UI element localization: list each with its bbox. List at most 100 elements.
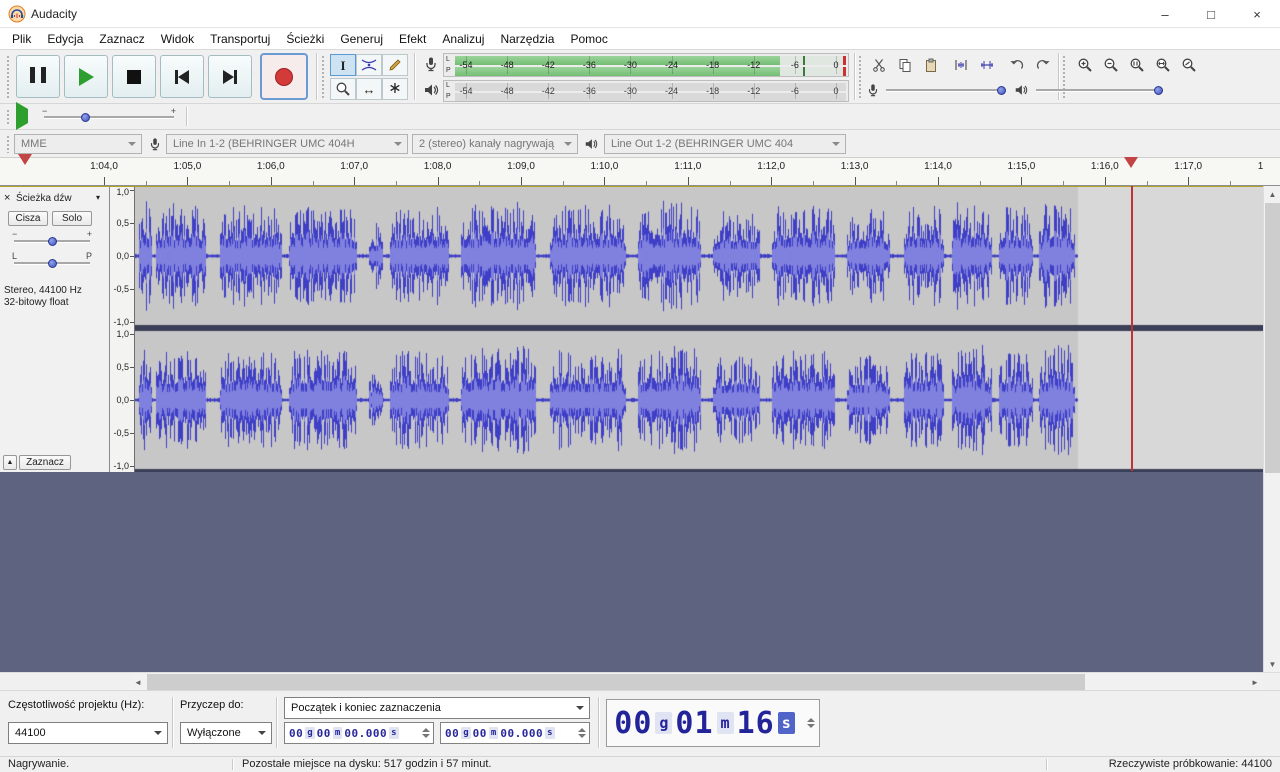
gain-slider[interactable]: − + (12, 233, 92, 249)
pan-slider[interactable]: L P (12, 255, 92, 271)
mute-button[interactable]: Cisza (8, 211, 48, 226)
recording-volume-slider[interactable] (884, 82, 1006, 98)
toolbar-grip[interactable] (5, 54, 11, 99)
time-shift-tool-button[interactable]: ↔ (356, 78, 382, 100)
cut-button[interactable] (866, 54, 892, 76)
toolbar-grip[interactable] (320, 54, 326, 99)
vertical-ruler[interactable]: 1,00,50,0-0,5-1,01,00,50,0-0,5-1,0 (110, 187, 135, 473)
menu-item-narzędzia[interactable]: Narzędzia (492, 30, 562, 48)
horizontal-scrollbar[interactable]: ◄ ► (130, 673, 1263, 691)
recording-device-dropdown[interactable]: Line In 1-2 (BEHRINGER UMC 404H (166, 134, 408, 154)
record-button[interactable] (260, 53, 308, 100)
timeline-ruler[interactable]: 1:04,01:05,01:06,01:07,01:08,01:09,01:10… (0, 158, 1280, 186)
spinner-icon[interactable] (422, 728, 430, 738)
menu-item-plik[interactable]: Plik (4, 30, 39, 48)
recording-meter[interactable]: L P -54-48-42-36-30-24-18-12-60 (443, 53, 849, 77)
toolbar-grip[interactable] (5, 108, 11, 125)
audio-host-dropdown[interactable]: MME (14, 134, 142, 154)
waveform-canvas[interactable] (135, 187, 1263, 473)
close-button[interactable]: × (1234, 0, 1280, 28)
zoom-tool-button[interactable] (330, 78, 356, 100)
menu-item-zaznacz[interactable]: Zaznacz (91, 30, 152, 48)
skip-to-start-button[interactable] (160, 55, 204, 98)
play-at-speed-button[interactable] (16, 109, 28, 123)
zoom-toggle-button[interactable] (1176, 54, 1202, 76)
menu-item-pomoc[interactable]: Pomoc (562, 30, 615, 48)
slider-thumb[interactable] (81, 113, 90, 122)
spinner-icon[interactable] (578, 728, 586, 738)
selection-range-mode-dropdown[interactable]: Początek i koniec zaznaczenia (284, 697, 590, 719)
time-digits[interactable]: 01 (675, 706, 713, 741)
menu-item-analizuj[interactable]: Analizuj (434, 30, 492, 48)
time-digits[interactable]: 00 (614, 706, 652, 741)
vertical-scrollbar[interactable]: ▲ ▼ (1263, 186, 1280, 672)
menu-item-transportuj[interactable]: Transportuj (202, 30, 278, 48)
time-digits[interactable]: 00 (317, 727, 331, 740)
time-digits[interactable]: 00.000 (500, 727, 543, 740)
menu-item-edycja[interactable]: Edycja (39, 30, 91, 48)
selection-tool-button[interactable]: I (330, 54, 356, 76)
menu-item-efekt[interactable]: Efekt (391, 30, 434, 48)
copy-button[interactable] (892, 54, 918, 76)
multi-tool-button[interactable]: ∗ (382, 78, 408, 100)
playback-device-dropdown[interactable]: Line Out 1-2 (BEHRINGER UMC 404 (604, 134, 846, 154)
waveform-display[interactable] (135, 187, 1263, 473)
toolbar-grip[interactable] (5, 134, 11, 153)
maximize-button[interactable]: □ (1188, 0, 1234, 28)
menu-item-widok[interactable]: Widok (153, 30, 202, 48)
spinner-icon[interactable] (807, 718, 815, 728)
time-digits[interactable]: 00.000 (344, 727, 387, 740)
undo-button[interactable] (1004, 54, 1030, 76)
zoom-out-button[interactable] (1098, 54, 1124, 76)
recording-channels-dropdown[interactable]: 2 (stereo) kanały nagrywają (412, 134, 578, 154)
menu-item-ścieżki[interactable]: Ścieżki (278, 30, 332, 48)
collapse-track-button[interactable]: ▲ (3, 455, 17, 470)
project-rate-dropdown[interactable]: 44100 (8, 722, 168, 744)
time-digits[interactable]: 00 (473, 727, 487, 740)
horizontal-scroll-thumb[interactable] (147, 674, 1085, 690)
vertical-scroll-thumb[interactable] (1265, 203, 1280, 473)
scroll-left-button[interactable]: ◄ (130, 673, 146, 691)
playback-meter[interactable]: L P -54-48-42-36-30-24-18-12-60 (443, 80, 849, 102)
trim-audio-button[interactable] (948, 54, 974, 76)
track-control-panel[interactable]: × Ścieżka dźw ▾ Cisza Solo − + L P Stere… (0, 187, 110, 473)
playback-volume-slider[interactable] (1034, 82, 1162, 98)
zoom-selection-button[interactable] (1124, 54, 1150, 76)
track-name[interactable]: Ścieżka dźw (16, 193, 72, 204)
timeline-scale[interactable]: 1:04,01:05,01:06,01:07,01:08,01:09,01:10… (85, 158, 1263, 185)
scroll-up-button[interactable]: ▲ (1264, 186, 1280, 202)
draw-tool-button[interactable] (382, 54, 408, 76)
pinned-head-marker[interactable] (18, 165, 32, 179)
track-close-button[interactable]: × (4, 192, 10, 204)
solo-button[interactable]: Solo (52, 211, 92, 226)
slider-thumb[interactable] (997, 86, 1006, 95)
menu-item-generuj[interactable]: Generuj (332, 30, 391, 48)
play-button[interactable] (64, 55, 108, 98)
slider-thumb[interactable] (48, 237, 57, 246)
scroll-right-button[interactable]: ► (1247, 673, 1263, 691)
select-track-button[interactable]: Zaznacz (19, 455, 71, 470)
slider-thumb[interactable] (1154, 86, 1163, 95)
toolbar-grip[interactable] (857, 54, 863, 99)
selection-end-time-field[interactable]: 00g00m00.000s (440, 722, 590, 744)
skip-to-end-button[interactable] (208, 55, 252, 98)
selection-start-time-field[interactable]: 00g00m00.000s (284, 722, 434, 744)
audio-position-display[interactable]: 00g01m16s (606, 699, 820, 747)
snap-to-dropdown[interactable]: Wyłączone (180, 722, 272, 744)
pause-button[interactable] (16, 55, 60, 98)
zoom-fit-button[interactable] (1150, 54, 1176, 76)
envelope-tool-button[interactable] (356, 54, 382, 76)
play-speed-slider[interactable]: − + (42, 110, 176, 124)
empty-track-background[interactable] (0, 472, 1263, 672)
stop-button[interactable] (112, 55, 156, 98)
time-digits[interactable]: 00 (289, 727, 303, 740)
zoom-in-button[interactable] (1072, 54, 1098, 76)
slider-thumb[interactable] (48, 259, 57, 268)
paste-button[interactable] (918, 54, 944, 76)
redo-button[interactable] (1030, 54, 1056, 76)
minimize-button[interactable]: – (1142, 0, 1188, 28)
time-digits[interactable]: 00 (445, 727, 459, 740)
track-menu-chevron-icon[interactable]: ▾ (96, 193, 100, 202)
scroll-down-button[interactable]: ▼ (1264, 656, 1280, 672)
silence-audio-button[interactable] (974, 54, 1000, 76)
